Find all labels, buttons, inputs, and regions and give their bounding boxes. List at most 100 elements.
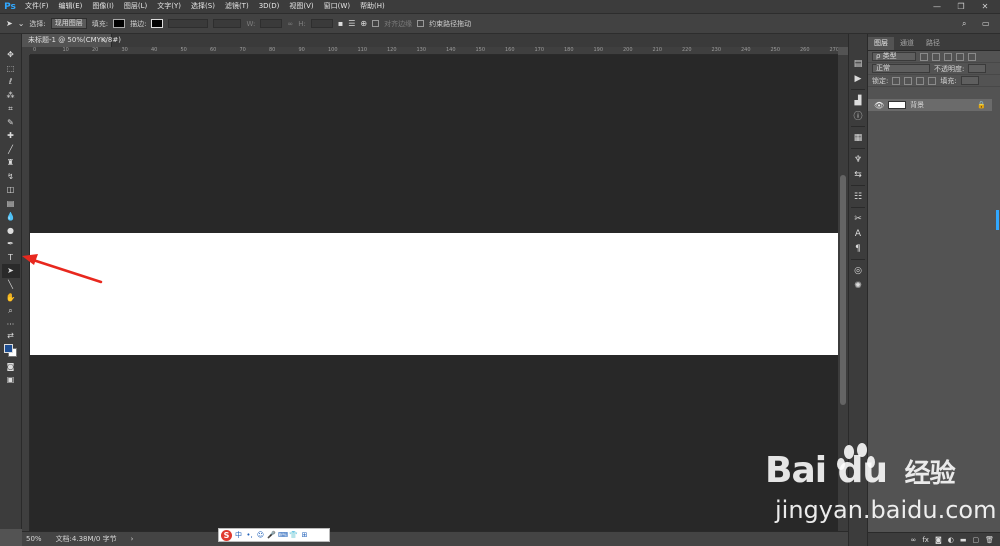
ime-chinese-mode[interactable]: 中 [234, 530, 243, 540]
path-select-tool-icon[interactable]: ➤ [6, 19, 13, 28]
info-panel-icon[interactable]: ⓘ [850, 108, 866, 123]
brush-tool-icon[interactable]: ╱ [2, 143, 20, 157]
menu-layer[interactable]: 图层(L) [119, 0, 152, 13]
ime-keyboard-icon[interactable]: ⌨ [278, 531, 288, 539]
document-size[interactable]: 文档:4.38M/0 字节 [56, 534, 117, 544]
blur-tool-icon[interactable]: 💧 [2, 210, 20, 224]
document-tab[interactable]: 未标题-1 @ 50%(CMYK/8#) × [22, 34, 121, 47]
eye-icon[interactable]: 👁 [874, 101, 884, 110]
minimize-button[interactable]: — [928, 0, 946, 13]
search-icon[interactable]: ⌕ [962, 19, 966, 29]
path-selection-tool-icon[interactable]: ➤ [1, 264, 20, 278]
histogram-panel-icon[interactable]: ▟ [850, 93, 866, 108]
path-alignment-icon[interactable]: ☰ [348, 19, 355, 28]
ime-skin-icon[interactable]: 👕 [289, 531, 298, 539]
opacity-field[interactable] [968, 64, 987, 73]
lock-transparent-icon[interactable] [892, 76, 901, 85]
delete-layer-icon[interactable]: 🗑 [985, 536, 994, 544]
select-dropdown[interactable]: 现用图层 [50, 18, 87, 29]
chevron-down-icon[interactable]: ⌄ [18, 19, 25, 28]
history-panel-icon[interactable]: ▤ [850, 56, 866, 71]
paragraph-panel-icon[interactable]: ¶ [850, 241, 866, 256]
menu-edit[interactable]: 编辑(E) [54, 0, 88, 13]
history-brush-tool-icon[interactable]: ↯ [2, 170, 20, 184]
eraser-tool-icon[interactable]: ◫ [2, 183, 20, 197]
menu-view[interactable]: 视图(V) [284, 0, 318, 13]
lasso-tool-icon[interactable]: ℓ [2, 75, 20, 89]
lock-all-icon[interactable] [928, 76, 937, 85]
stroke-swatch[interactable] [151, 19, 164, 28]
ime-emoji-icon[interactable]: ☺ [256, 531, 265, 539]
lock-pixels-icon[interactable] [904, 76, 913, 85]
menu-window[interactable]: 窗口(W) [319, 0, 355, 13]
clone-stamp-tool-icon[interactable]: ♜ [2, 156, 20, 170]
tab-layers[interactable]: 图层 [868, 37, 894, 50]
new-group-icon[interactable]: ▬ [960, 536, 967, 544]
close-button[interactable]: ✕ [976, 0, 994, 13]
canvas-workspace[interactable] [30, 55, 838, 531]
filter-pixel-icon[interactable] [920, 52, 928, 61]
brush-presets-panel-icon[interactable]: ♆ [850, 152, 866, 167]
swatches-panel-icon[interactable]: ▦ [850, 130, 866, 145]
filter-shape-icon[interactable] [956, 52, 964, 61]
lock-position-icon[interactable] [916, 76, 925, 85]
ruler-origin[interactable] [22, 47, 30, 55]
link-layers-icon[interactable]: ∞ [911, 536, 917, 544]
properties-panel-icon[interactable]: ☷ [850, 189, 866, 204]
tab-channels[interactable]: 通道 [894, 37, 920, 50]
foreground-color-swatch[interactable] [3, 343, 13, 353]
adjustment-layer-icon[interactable]: ◐ [948, 536, 954, 544]
dodge-tool-icon[interactable]: ● [2, 224, 20, 238]
menu-select[interactable]: 选择(S) [186, 0, 220, 13]
3d-panel-icon[interactable]: ✺ [850, 278, 866, 293]
eyedropper-tool-icon[interactable]: ✎ [2, 116, 20, 130]
menu-file[interactable]: 文件(F) [20, 0, 54, 13]
move-tool-icon[interactable]: ✥ [2, 48, 20, 62]
menu-help[interactable]: 帮助(H) [355, 0, 390, 13]
styles-panel-icon[interactable]: ◎ [850, 263, 866, 278]
vertical-scrollbar[interactable] [838, 55, 848, 531]
crop-tool-icon[interactable]: ⌗ [2, 102, 20, 116]
fill-swatch[interactable] [113, 19, 126, 28]
type-tool-icon[interactable]: T [2, 251, 20, 265]
add-mask-icon[interactable]: ◙ [935, 536, 942, 544]
screen-mode-icon[interactable]: ▣ [2, 373, 20, 387]
path-operations-icon[interactable]: ▪ [338, 19, 343, 28]
blend-mode-dropdown[interactable]: 正常 [872, 64, 930, 73]
adjustments-panel-icon[interactable]: ⇆ [850, 167, 866, 182]
filter-smart-icon[interactable] [968, 52, 976, 61]
hand-tool-icon[interactable]: ✋ [2, 291, 20, 305]
zoom-tool-icon[interactable]: ⌕ [2, 305, 20, 319]
menu-filter[interactable]: 滤镜(T) [220, 0, 254, 13]
ime-voice-icon[interactable]: 🎤 [267, 531, 276, 539]
layer-row-background[interactable]: 👁 背景 🔒 [868, 99, 992, 111]
document-canvas[interactable] [30, 233, 838, 355]
horizontal-ruler[interactable]: 0 10 20 30 40 50 60 70 80 90 100 110 120 130 140 150 160… [30, 47, 838, 55]
quick-mask-icon[interactable]: ◙ [2, 360, 20, 374]
marquee-tool-icon[interactable]: ⬚ [2, 62, 20, 76]
magic-wand-tool-icon[interactable]: ⁂ [2, 89, 20, 103]
close-tab-icon[interactable]: × [101, 34, 107, 47]
tab-paths[interactable]: 路径 [920, 37, 946, 50]
layer-kind-filter[interactable]: ρ 类型 [872, 52, 916, 61]
height-field[interactable] [310, 19, 333, 28]
character-panel-icon[interactable]: A [850, 226, 866, 241]
workspace-icon[interactable]: ▭ [982, 19, 990, 28]
pen-tool-icon[interactable]: ✒ [2, 237, 20, 251]
menu-3d[interactable]: 3D(D) [254, 0, 285, 13]
zoom-level[interactable]: 50% [26, 535, 42, 543]
gradient-tool-icon[interactable]: ▤ [2, 197, 20, 211]
constrain-path-checkbox[interactable] [417, 20, 425, 27]
sogou-logo-icon[interactable]: S [221, 529, 232, 541]
width-field[interactable] [260, 19, 283, 28]
menu-type[interactable]: 文字(Y) [152, 0, 186, 13]
stroke-type-dropdown[interactable] [213, 19, 242, 28]
stroke-width-field[interactable] [168, 19, 209, 28]
path-arrangement-icon[interactable]: ⊕ [360, 19, 367, 28]
filter-adjustment-icon[interactable] [932, 52, 940, 61]
ime-punctuation-icon[interactable]: •, [245, 531, 254, 539]
align-edges-checkbox[interactable] [372, 20, 380, 27]
tool-presets-panel-icon[interactable]: ✂ [850, 211, 866, 226]
layer-style-icon[interactable]: fx [922, 536, 929, 544]
menu-image[interactable]: 图像(I) [87, 0, 119, 13]
